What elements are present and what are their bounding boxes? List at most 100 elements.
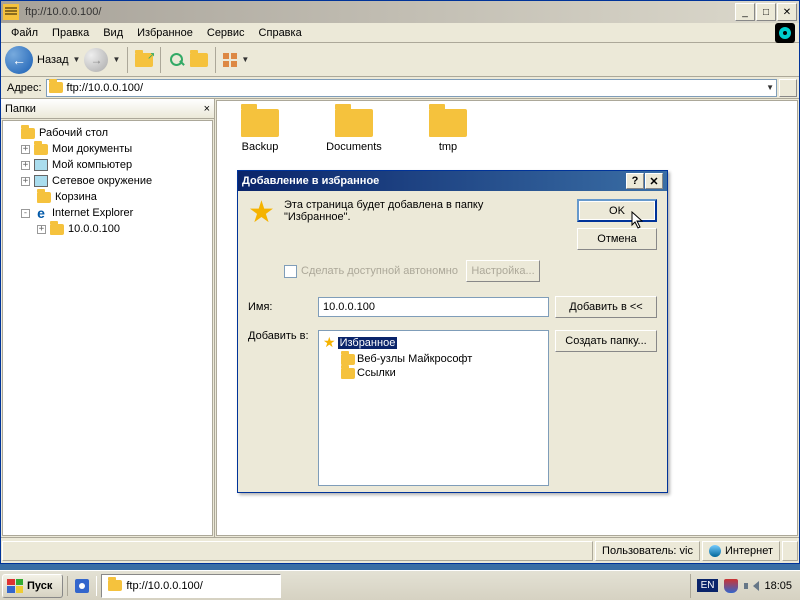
folder-icon [20,126,36,140]
ql-save-icon[interactable] [72,576,92,596]
globe-icon [709,545,721,557]
favorites-tree-item[interactable]: ★Избранное [321,333,546,352]
tree-node[interactable]: Рабочий стол [5,125,210,141]
menubar: Файл Правка Вид Избранное Сервис Справка [1,23,799,43]
tree-label: Мои документы [52,143,132,155]
folder-icon [49,222,65,236]
dialog-text-1: Эта страница будет добавлена в папку [284,199,483,211]
address-label: Адрес: [3,82,46,94]
back-label: Назад [37,54,69,66]
offline-label: Сделать доступной автономно [301,265,458,277]
dialog-help-button[interactable]: ? [626,173,644,189]
sidebar-title: Папки [5,103,36,115]
dialog-titlebar[interactable]: Добавление в избранное ? ✕ [238,171,667,191]
tree-node[interactable]: +Мой компьютер [5,157,210,173]
sidebar-header: Папки × [1,99,214,119]
views-icon[interactable] [223,53,237,67]
menu-help[interactable]: Справка [253,25,308,41]
task-label: ftp://10.0.0.100/ [126,580,202,592]
statusbar: Пользователь: vic Интернет [1,537,799,563]
forward-dropdown[interactable]: ▼ [112,55,120,64]
tray-shield-icon[interactable] [724,579,738,593]
offline-checkbox[interactable] [284,265,297,278]
go-button[interactable] [779,79,797,97]
tree-label: Корзина [55,191,97,203]
dialog-description: Эта страница будет добавлена в папку "Из… [284,199,569,223]
cancel-button[interactable]: Отмена [577,228,657,250]
back-button[interactable]: ← [5,46,33,74]
computer-icon [33,158,49,172]
toolbar: ← Назад ▼ → ▼ ↗ ▼ [1,43,799,77]
sidebar-close-icon[interactable]: × [204,103,210,115]
maximize-button[interactable]: □ [756,3,776,21]
forward-button[interactable]: → [84,48,108,72]
folders-icon[interactable] [190,53,208,67]
file-item[interactable]: tmp [413,109,483,153]
file-item[interactable]: Documents [319,109,389,153]
language-indicator[interactable]: EN [697,579,719,592]
dialog-close-button[interactable]: ✕ [645,173,663,189]
favorites-tree-item[interactable]: Веб-узлы Майкрософт [321,352,546,366]
start-label: Пуск [27,580,52,592]
folder-icon [33,142,49,156]
favorites-tree[interactable]: ★ИзбранноеВеб-узлы МайкрософтСсылки [318,330,549,486]
titlebar[interactable]: ftp://10.0.0.100/ _ □ ✕ [1,1,799,23]
dialog-text-2: "Избранное". [284,211,351,223]
file-name: Backup [242,141,279,153]
minimize-button[interactable]: _ [735,3,755,21]
folder-icon [335,109,373,137]
views-dropdown[interactable]: ▼ [241,55,249,64]
folder-icon [341,368,355,379]
folder-tree[interactable]: Рабочий стол +Мои документы+Мой компьютер… [2,120,213,536]
favorites-tree-item[interactable]: Ссылки [321,366,546,380]
folder-icon [36,190,52,204]
ok-button[interactable]: OK [577,199,657,222]
tree-label: 10.0.0.100 [68,223,120,235]
clock[interactable]: 18:05 [764,580,792,592]
address-icon [49,82,63,93]
tree-label: Мой компьютер [52,159,132,171]
ie-icon: e [33,206,49,220]
close-button[interactable]: ✕ [777,3,797,21]
tree-node[interactable]: +Сетевое окружение [5,173,210,189]
tree-label: Рабочий стол [39,127,108,139]
new-folder-button[interactable]: Создать папку... [555,330,657,352]
address-value: ftp://10.0.0.100/ [67,82,143,94]
menu-edit[interactable]: Правка [46,25,95,41]
app-icon [3,4,19,20]
address-dropdown[interactable]: ▼ [766,83,774,92]
address-input[interactable]: ftp://10.0.0.100/ ▼ [46,79,777,97]
menu-file[interactable]: Файл [5,25,44,41]
name-label: Имя: [248,301,312,313]
tree-node[interactable]: +10.0.0.100 [5,221,210,237]
start-button[interactable]: Пуск [2,574,63,598]
back-dropdown[interactable]: ▼ [73,55,81,64]
menu-tools[interactable]: Сервис [201,25,251,41]
add-favorite-dialog: Добавление в избранное ? ✕ ★ Эта страниц… [237,170,668,493]
file-name: tmp [439,141,457,153]
separator [215,47,216,73]
search-icon[interactable] [168,51,186,69]
tree-node[interactable]: +Мои документы [5,141,210,157]
title-text: ftp://10.0.0.100/ [23,6,735,18]
folder-icon [341,354,355,365]
favorites-icon: ★ [323,334,336,351]
tree-node[interactable]: -eInternet Explorer [5,205,210,221]
up-folder-icon[interactable]: ↗ [135,53,153,67]
menu-favorites[interactable]: Избранное [131,25,199,41]
addto-label: Добавить в: [248,330,312,486]
folder-icon [429,109,467,137]
file-item[interactable]: Backup [225,109,295,153]
add-to-button[interactable]: Добавить в << [555,296,657,318]
tree-item-label: Ссылки [357,367,396,379]
name-input[interactable] [318,297,549,317]
menu-view[interactable]: Вид [97,25,129,41]
address-bar: Адрес: ftp://10.0.0.100/ ▼ [1,77,799,99]
system-tray: EN 18:05 [690,574,798,598]
taskbar-task[interactable]: ftp://10.0.0.100/ [101,574,281,598]
separator [127,47,128,73]
file-name: Documents [326,141,382,153]
tree-node[interactable]: Корзина [5,189,210,205]
volume-icon[interactable] [744,580,758,592]
status-user: Пользователь: vic [595,541,700,561]
